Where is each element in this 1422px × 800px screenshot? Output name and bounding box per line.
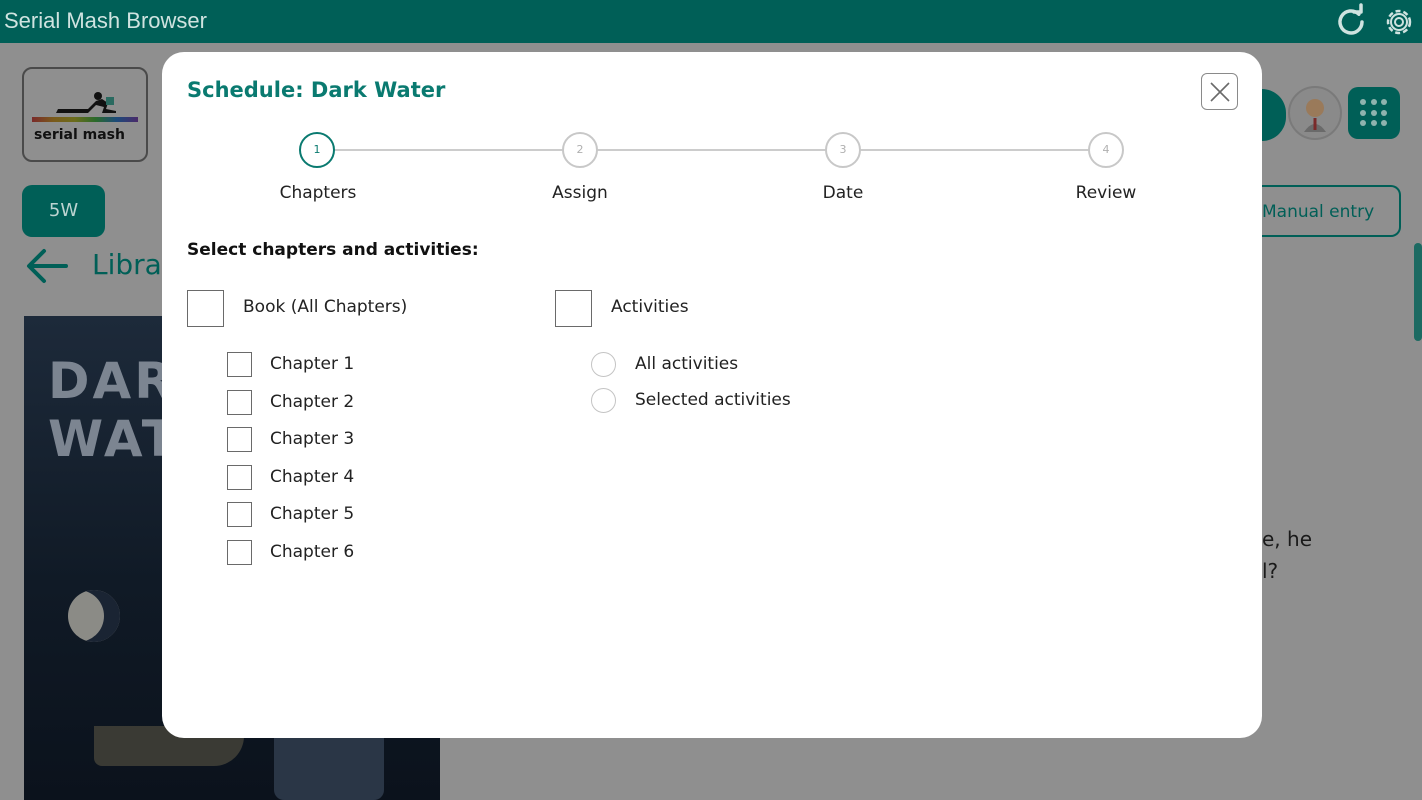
step-3-label: Date <box>822 183 864 203</box>
reader-icon <box>56 92 116 113</box>
chapter-1-checkbox[interactable] <box>227 352 252 377</box>
chapter-5-label: Chapter 5 <box>270 504 355 524</box>
close-icon <box>1210 82 1230 102</box>
dialog-title: Schedule: Dark Water <box>187 78 446 102</box>
book-all-chapters-checkbox[interactable] <box>187 290 224 327</box>
bell-icon[interactable] <box>1262 89 1286 141</box>
chapter-6-checkbox[interactable] <box>227 540 252 565</box>
all-activities-label: All activities <box>635 354 739 374</box>
chapter-1-label: Chapter 1 <box>270 354 355 374</box>
background-text: l? <box>1262 559 1279 583</box>
stepper-track <box>317 149 1105 151</box>
chapter-2-checkbox[interactable] <box>227 390 252 415</box>
step-4-indicator[interactable]: 4 <box>1088 132 1124 168</box>
step-1-indicator[interactable]: 1 <box>299 132 335 168</box>
step-4-label: Review <box>1075 183 1137 203</box>
step-3-indicator[interactable]: 3 <box>825 132 861 168</box>
chapter-3-label: Chapter 3 <box>270 429 355 449</box>
chapter-4-label: Chapter 4 <box>270 467 355 487</box>
back-arrow-icon[interactable] <box>24 247 70 285</box>
header-actions <box>1262 86 1412 144</box>
activities-label: Activities <box>611 297 689 317</box>
manual-entry-button[interactable]: Manual entry <box>1246 185 1401 237</box>
all-activities-radio[interactable] <box>591 352 616 377</box>
moon-illustration <box>68 590 120 642</box>
schedule-dialog: Schedule: Dark Water 1 Chapters 2 Assign… <box>162 52 1262 738</box>
background-text: e, he <box>1262 527 1312 551</box>
selected-activities-label: Selected activities <box>635 390 791 410</box>
book-all-chapters-label: Book (All Chapters) <box>243 297 408 317</box>
logo-text: serial mash <box>34 127 125 143</box>
section-heading: Select chapters and activities: <box>187 240 479 260</box>
apps-grid-button[interactable] <box>1348 87 1400 139</box>
chapter-3-checkbox[interactable] <box>227 427 252 452</box>
step-2-label: Assign <box>552 183 608 203</box>
scrollbar-thumb[interactable] <box>1414 243 1422 341</box>
logo-rainbow <box>32 117 138 122</box>
chapter-2-label: Chapter 2 <box>270 392 355 412</box>
activities-checkbox[interactable] <box>555 290 592 327</box>
close-button[interactable] <box>1201 73 1238 110</box>
serial-mash-logo[interactable]: serial mash <box>22 67 148 162</box>
chapter-4-checkbox[interactable] <box>227 465 252 490</box>
refresh-icon[interactable] <box>1332 3 1370 41</box>
step-1-label: Chapters <box>279 183 357 203</box>
class-button[interactable]: 5W <box>22 185 105 237</box>
step-2-indicator[interactable]: 2 <box>562 132 598 168</box>
chapter-6-label: Chapter 6 <box>270 542 355 562</box>
apps-grid-icon <box>1360 99 1388 127</box>
gear-icon[interactable] <box>1380 3 1418 41</box>
selected-activities-radio[interactable] <box>591 388 616 413</box>
chapter-5-checkbox[interactable] <box>227 502 252 527</box>
title-bar: Serial Mash Browser <box>0 0 1422 43</box>
avatar[interactable] <box>1288 86 1342 140</box>
app-title: Serial Mash Browser <box>4 8 207 33</box>
